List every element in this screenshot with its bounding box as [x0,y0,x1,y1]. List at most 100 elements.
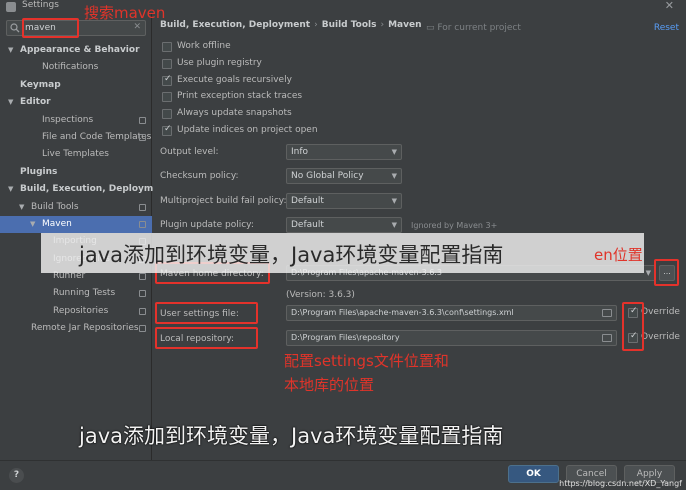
sidebar-item[interactable]: ▼ Build, Execution, Deployment [0,181,170,198]
project-scope-icon [139,307,146,315]
local-repo-input[interactable]: D:\Program Files\repository [286,330,617,346]
checksum-policy-label: Checksum policy: [160,171,239,181]
project-scope-icon [139,220,146,228]
option-label: Always update snapshots [177,108,292,119]
output-level-select[interactable]: Info ▼ [286,144,402,160]
for-current-project: ▭ For current project [426,23,521,33]
folder-icon[interactable] [602,334,612,342]
override-label: Override [641,307,680,317]
sidebar-item[interactable]: ▼ Editor [0,94,152,111]
sidebar-item-label: File and Code Templates [42,131,152,142]
breadcrumb-item: Build Tools [321,20,377,30]
project-scope-icon [139,325,146,333]
user-settings-value: D:\Program Files\apache-maven-3.6.3\conf… [291,308,514,317]
reset-link[interactable]: Reset [654,23,679,33]
sidebar-item-label: Build Tools [31,201,79,212]
sidebar-item-label: Inspections [42,114,94,125]
expand-arrow-icon[interactable]: ▼ [8,94,13,111]
close-icon[interactable]: ✕ [665,0,674,12]
watermark-banner: java添加到环境变量，Java环境变量配置指南 [41,233,644,273]
option-label: Update indices on project open [177,125,318,135]
clear-search-icon[interactable]: ✕ [133,22,141,32]
project-scope-icon [139,116,146,124]
expand-arrow-icon[interactable]: ▼ [30,216,35,233]
chevron-down-icon: ▼ [391,172,397,180]
option-label: Print exception stack traces [177,91,303,102]
annotation-settings-line1: 配置settings文件位置和 [284,352,449,370]
sidebar-item-label: Remote Jar Repositories [31,323,139,334]
override-label: Override [641,332,680,342]
search-icon [10,23,20,33]
sidebar-item[interactable]: Keymap [0,77,152,94]
watermark-text: java添加到环境变量，Java环境变量配置指南 [79,424,504,448]
folder-icon[interactable] [602,309,612,317]
sidebar-item[interactable]: Running Tests [0,285,152,302]
option-checkbox[interactable] [162,109,172,120]
project-scope-icon [139,290,146,298]
sidebar-item[interactable]: ▼ Maven [0,215,152,234]
expand-arrow-icon[interactable]: ▼ [8,181,13,198]
sidebar-item[interactable]: Notifications [0,59,152,76]
help-icon[interactable]: ? [9,468,24,483]
sidebar-item[interactable]: ▼ Appearance & Behavior [0,42,152,59]
breadcrumb-item: Maven [388,20,422,30]
annotation-search-text: 搜索maven [84,4,166,22]
sidebar-item-label: Running Tests [53,288,116,299]
option-label: Work offline [177,41,231,51]
project-icon: ▭ [426,23,438,33]
sidebar-item-label: Notifications [42,62,99,73]
settings-tree: ▼ Appearance & Behavior Notifications Keyma… [0,42,170,338]
expand-arrow-icon[interactable]: ▼ [19,199,24,216]
output-level-label: Output level: [160,147,219,157]
sidebar-item[interactable]: Repositories [0,303,152,320]
build-fail-policy-select[interactable]: Default ▼ [286,193,402,209]
project-scope-icon [139,133,146,141]
sidebar-item[interactable]: Remote Jar Repositories [0,320,152,337]
breadcrumb: Build, Execution, Deployment › Build Tools… [160,20,422,30]
annotation-settings-line2: 本地库的位置 [284,376,375,394]
ignored-note: Ignored by Maven 3+ [411,221,498,230]
sidebar-item[interactable]: ▼ Build Tools [0,199,152,216]
annotation-box-search [22,18,79,38]
sidebar-item-label: Plugins [20,166,58,177]
sidebar-item-label: Maven [42,218,72,229]
sidebar-item[interactable]: Live Templates [0,146,152,163]
annotation-maven-location: en位置 [594,246,643,264]
sidebar-item-label: Keymap [20,79,61,90]
annotation-box-browse [654,259,679,286]
chevron-down-icon: ▼ [391,221,397,229]
build-fail-policy-value: Default [291,196,324,206]
annotation-box-override [622,302,644,351]
ok-button[interactable]: OK [508,465,559,483]
sidebar-item[interactable]: Inspections [0,112,152,129]
watermark-banner-text: java添加到环境变量，Java环境变量配置指南 [79,243,504,267]
breadcrumb-separator: › [380,20,385,30]
annotation-box-local-repo [155,327,258,349]
window-title: Settings [22,0,59,10]
sidebar-item-label: Appearance & Behavior [20,45,140,55]
option-checkbox[interactable] [162,42,172,52]
option-checkbox[interactable] [162,74,172,86]
expand-arrow-icon[interactable]: ▼ [8,42,13,59]
sidebar-item-label: Editor [20,97,51,108]
plugin-update-policy-select[interactable]: Default ▼ [286,217,402,233]
user-settings-input[interactable]: D:\Program Files\apache-maven-3.6.3\conf… [286,305,617,321]
breadcrumb-separator: › [314,20,318,30]
plugin-update-policy-value: Default [291,220,324,230]
output-level-value: Info [291,147,309,157]
sidebar-item[interactable]: File and Code Templates [0,129,152,146]
option-checkbox[interactable] [162,58,172,69]
option-label: Execute goals recursively [177,74,292,85]
sidebar-item[interactable]: Plugins [0,164,152,181]
checksum-policy-select[interactable]: No Global Policy ▼ [286,168,402,184]
option-checkbox[interactable] [162,124,172,136]
build-fail-policy-label: Multiproject build fail policy: [160,196,287,206]
breadcrumb-item: Build, Execution, Deployment [160,20,311,30]
source-credit: https://blog.csdn.net/XD_Yangf [559,479,682,488]
sidebar-item-label: Build, Execution, Deployment [20,184,171,195]
chevron-down-icon: ▼ [645,269,651,277]
maven-version: (Version: 3.6.3) [286,290,355,300]
chevron-down-icon: ▼ [391,197,397,205]
annotation-box-user-settings [155,302,258,324]
option-checkbox[interactable] [162,92,172,103]
